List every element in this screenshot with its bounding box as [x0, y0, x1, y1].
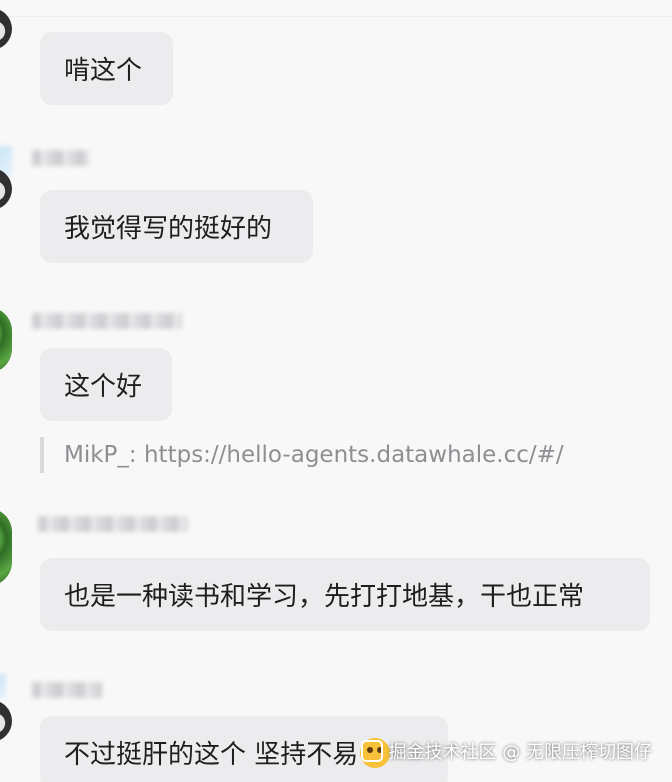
juejin-logo-icon — [360, 740, 383, 762]
sender-name — [32, 150, 90, 166]
message-text: 这个好 — [64, 372, 143, 402]
sender-name — [32, 313, 182, 329]
quoted-message[interactable]: MikP_: https://hello-agents.datawhale.cc… — [40, 437, 564, 473]
watermark-text: 掘金技术社区 @ 无限压榨切图仔 — [388, 742, 652, 763]
chat-window: 啃这个 我觉得写的挺好的 这个好 MikP_: https://hello-ag… — [0, 0, 672, 782]
message-bubble[interactable]: 也是一种读书和学习，先打打地基，干也正常 — [40, 558, 650, 631]
sender-name — [32, 682, 102, 698]
message-text: 不过挺肝的这个 坚持不易 — [64, 740, 359, 770]
sender-name — [38, 516, 188, 532]
message-text: 啃这个 — [64, 56, 143, 86]
message-bubble[interactable]: 这个好 — [40, 348, 172, 421]
avatar[interactable] — [0, 8, 12, 50]
message-bubble[interactable]: 我觉得写的挺好的 — [40, 190, 313, 263]
avatar[interactable] — [0, 700, 12, 742]
avatar[interactable] — [0, 307, 12, 373]
divider — [0, 16, 672, 17]
watermark: 掘金技术社区 @ 无限压榨切图仔 — [360, 738, 652, 764]
avatar[interactable] — [0, 508, 12, 586]
avatar-badge-icon — [0, 674, 6, 698]
message-bubble[interactable]: 啃这个 — [40, 32, 173, 105]
message-text: 也是一种读书和学习，先打打地基，干也正常 — [64, 582, 585, 612]
quote-text: MikP_: https://hello-agents.datawhale.cc… — [64, 442, 564, 468]
message-text: 我觉得写的挺好的 — [64, 214, 273, 244]
